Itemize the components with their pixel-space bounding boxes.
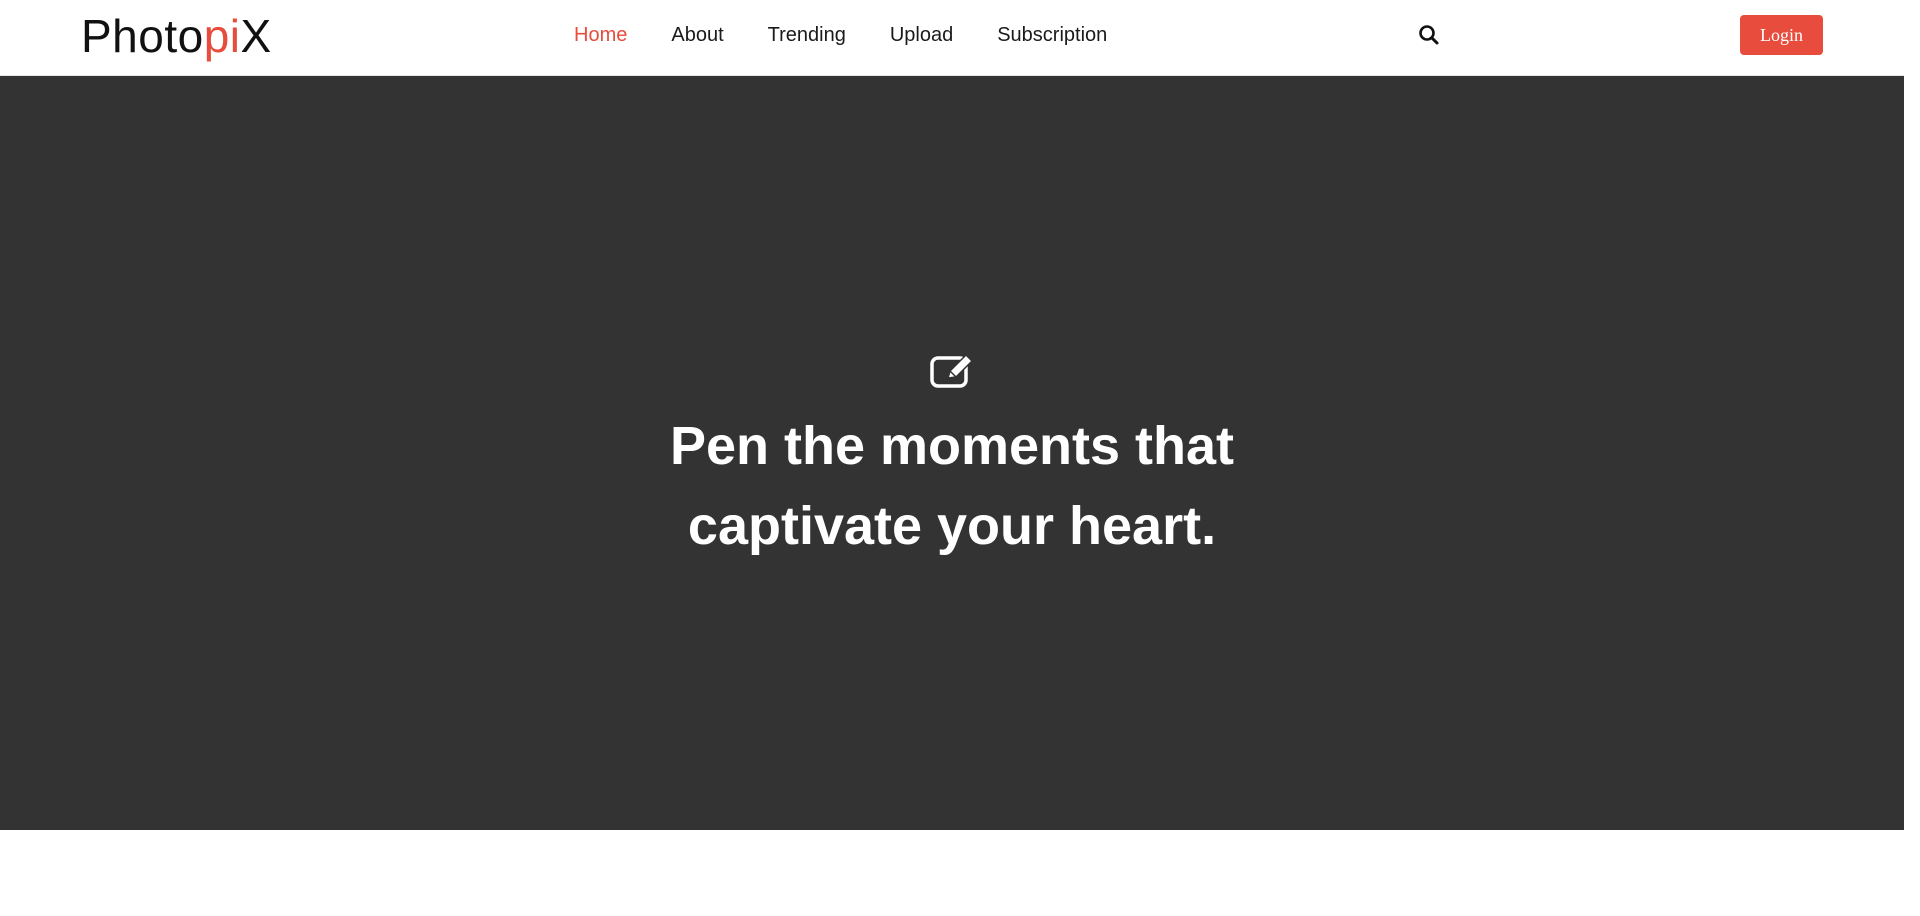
brand-logo[interactable]: PhotopiX (81, 10, 272, 62)
hero-title-line-1: Pen the moments that (669, 416, 1235, 476)
page: PhotopiX Home About Trending Upload Subs… (0, 0, 1904, 916)
hero-title: Pen the moments that captivate your heart… (552, 406, 1352, 566)
top-navbar: PhotopiX Home About Trending Upload Subs… (0, 0, 1904, 76)
hero-section: Pen the moments that captivate your heart… (0, 76, 1904, 830)
logo-text-photo: Photo (81, 10, 204, 62)
search-icon[interactable] (1418, 24, 1440, 46)
main-nav: Home About Trending Upload Subscription (574, 22, 1107, 48)
login-button[interactable]: Login (1740, 15, 1823, 55)
hero-title-line-2: captivate your heart. (687, 496, 1217, 556)
nav-item-upload[interactable]: Upload (890, 22, 953, 48)
nav-item-trending[interactable]: Trending (768, 22, 846, 48)
nav-item-about[interactable]: About (671, 22, 723, 48)
logo-text-pi: pi (203, 10, 241, 62)
nav-item-subscription[interactable]: Subscription (997, 22, 1107, 48)
logo-text-x: X (240, 10, 272, 62)
edit-icon (930, 352, 974, 388)
nav-item-home[interactable]: Home (574, 22, 627, 48)
